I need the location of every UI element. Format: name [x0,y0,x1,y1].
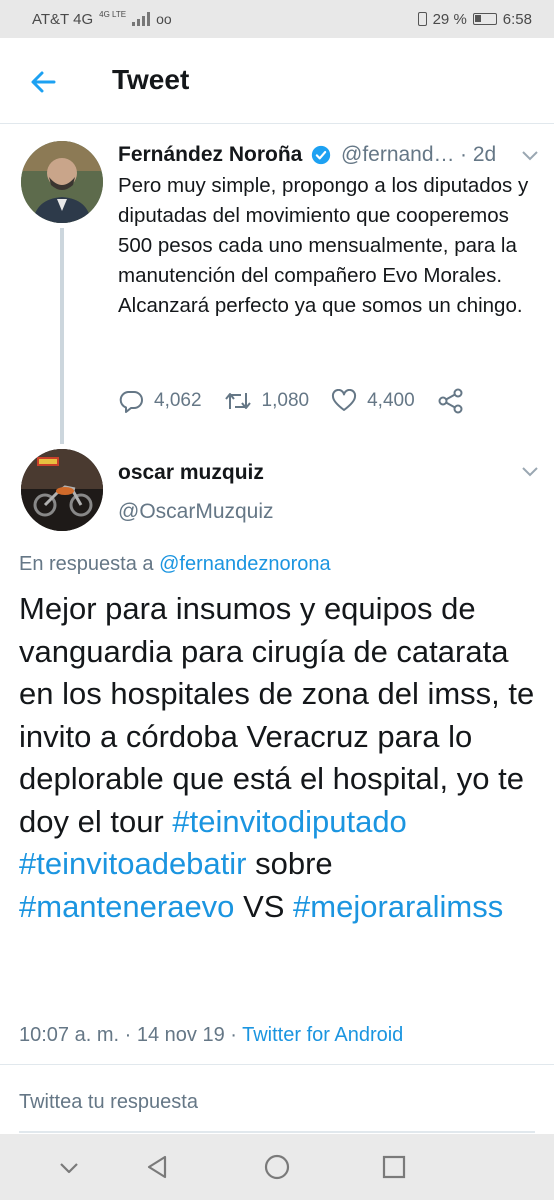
author-handle[interactable]: @fernand… [341,143,455,167]
avatar-image [21,449,103,531]
verified-icon [311,145,331,165]
page-title: Tweet [112,64,190,95]
carrier-label: AT&T 4G [32,10,94,28]
retweet-action[interactable]: 1,080 [224,389,310,413]
tweet-text-body: Mejor para insumos y equipos de vanguard… [19,591,535,839]
nav-back-icon[interactable] [143,1152,173,1182]
nav-recents-icon[interactable] [379,1152,409,1182]
nav-home-icon[interactable] [262,1152,292,1182]
tweet-metadata: 10:07 a. m. · 14 nov 19 · Twitter for An… [19,1024,403,1047]
tweet-age: · 2d [460,143,497,166]
tweet-text-word: sobre [255,846,333,881]
network-badge: 4G LTE [99,10,127,19]
tweet-time: 10:07 a. m. [19,1024,120,1046]
vibrate-icon [417,12,427,26]
author-name[interactable]: oscar muzquiz [118,461,264,485]
reply-context: En respuesta a @fernandeznorona [19,553,331,576]
status-bar: AT&T 4G 4G LTE oo 29 % 6:58 [0,0,554,38]
hashtag-link[interactable]: #mejoraralimss [293,889,503,924]
nav-down-icon[interactable] [54,1152,84,1182]
tweet-text: Pero muy simple, propongo a los diputado… [118,174,529,317]
clock: 6:58 [502,10,532,28]
reply-action[interactable]: 4,062 [118,389,202,413]
like-icon [332,389,357,411]
author-handle[interactable]: @OscarMuzquiz [118,500,274,524]
hashtag-link[interactable]: #teinvitodiputado [172,804,406,839]
reply-input-underline [19,1131,535,1133]
reply-composer[interactable]: Twittea tu respuesta [0,1064,554,1134]
meta-separator: · [119,1024,137,1046]
like-count: 4,400 [367,390,415,411]
battery-icon [472,13,497,25]
back-button[interactable] [24,62,64,102]
thread-connector [60,228,64,444]
chevron-down-icon[interactable] [520,466,540,478]
battery-percent: 29 % [432,10,467,28]
reply-mention-link[interactable]: @fernandeznorona [159,553,331,575]
voicemail-icon: oo [156,11,172,27]
tweet-actions: 4,062 1,080 4,400 [118,388,497,414]
retweet-count: 1,080 [261,390,310,411]
tweet-text: Mejor para insumos y equipos de vanguard… [19,588,539,928]
reply-input[interactable]: Twittea tu respuesta [19,1091,198,1114]
signal-icon [132,12,151,26]
system-nav-bar [0,1134,554,1200]
share-action[interactable] [437,388,475,414]
tweet-date: 14 nov 19 [136,1024,225,1046]
tweet-detail: Fernández Noroña @fernand… · 2d Pero muy… [0,124,554,1064]
back-arrow-icon [31,71,56,93]
share-icon [438,388,463,414]
reply-prefix: En respuesta a [19,553,154,575]
meta-separator: · [224,1024,243,1046]
author-name[interactable]: Fernández Noroña [118,143,302,167]
avatar-image [21,141,103,223]
avatar[interactable] [21,449,103,531]
hashtag-link[interactable]: #manteneraevo [19,889,234,924]
avatar[interactable] [21,141,103,223]
app-bar: Tweet [0,38,554,124]
retweet-icon [224,393,251,409]
hashtag-link[interactable]: #teinvitoadebatir [19,846,247,881]
chevron-down-icon[interactable] [520,150,540,162]
tweet-source-link[interactable]: Twitter for Android [242,1024,403,1046]
tweet-age-value: 2d [472,143,497,166]
tweet-text-word: VS [243,888,285,924]
reply-icon [119,391,143,413]
reply-count: 4,062 [154,390,202,411]
like-action[interactable]: 4,400 [331,389,415,413]
